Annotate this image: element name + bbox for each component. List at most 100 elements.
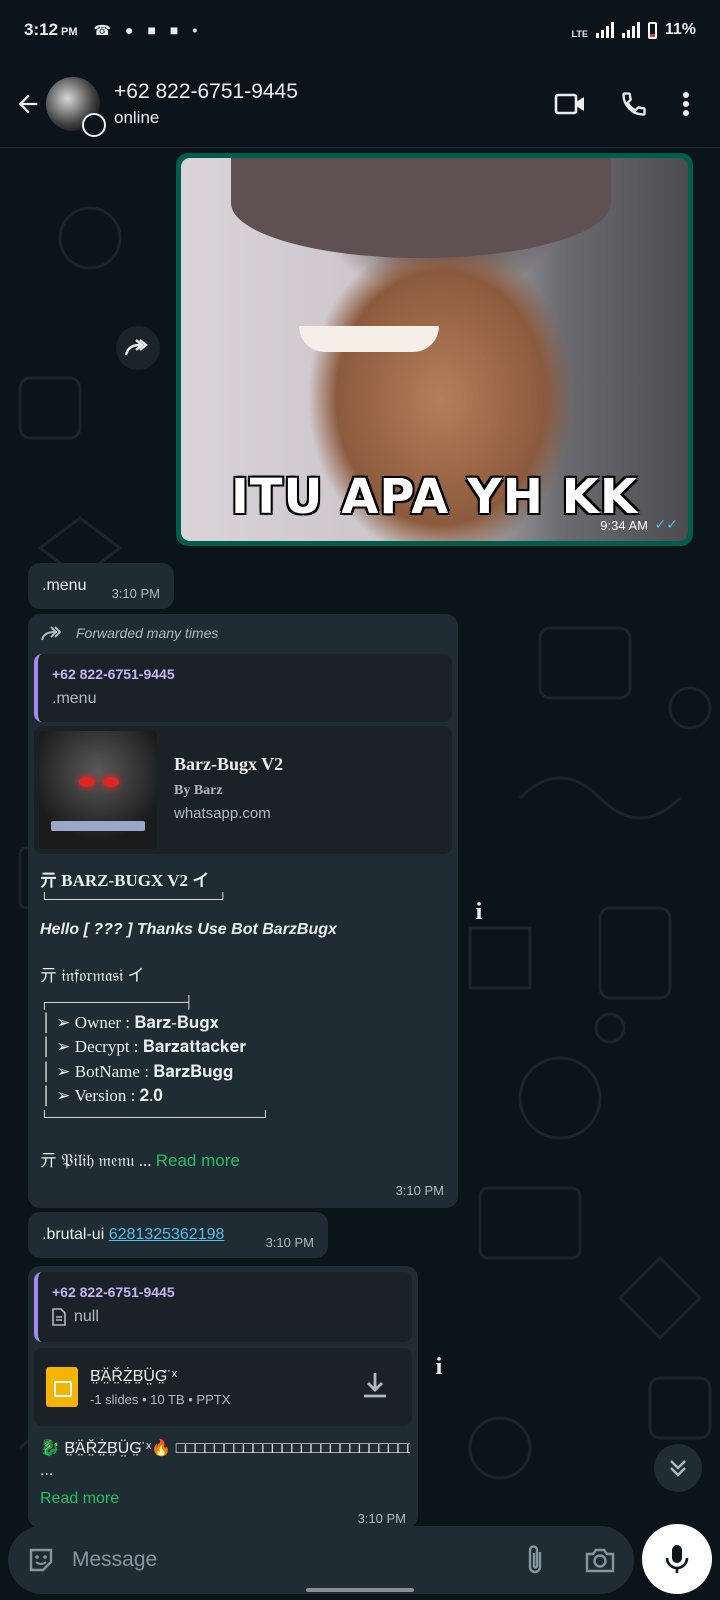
box-line: └─────────────────────────┘ <box>40 1109 270 1124</box>
message-time: 9:34 AM <box>600 518 648 533</box>
link-preview[interactable]: Barz-Bugx V2 By Barz whatsapp.com <box>34 726 452 854</box>
link-info: Barz-Bugx V2 By Barz whatsapp.com <box>162 726 283 854</box>
message-time: 3:10 PM <box>265 1235 314 1250</box>
info-button[interactable]: i <box>464 897 494 927</box>
file-info: B̤̈Ä̤Ř̤Ż̤B̤̈Ṳ̈G̤̈ ˣ -1 slides • 10 T… <box>90 1368 230 1407</box>
download-button[interactable] <box>360 1370 390 1405</box>
voice-message-button[interactable] <box>642 1524 712 1594</box>
info-owner-line: │ ➢ Owner : 𝐁𝐚𝐫𝐳-𝐁𝐮𝐠𝐱 <box>40 1012 219 1032</box>
emoji-sticker-icon[interactable] <box>26 1545 56 1575</box>
info-botname-line: │ ➢ BotName : 𝐁𝐚𝐫𝐳𝐁𝐮𝐠𝐠 <box>40 1061 234 1081</box>
chat-icon: ● <box>124 22 134 38</box>
incoming-message[interactable]: .menu 3:10 PM <box>28 563 174 609</box>
forwarded-text: Forwarded many times <box>76 625 219 641</box>
image-cap-shape <box>231 158 611 258</box>
contact-status: online <box>114 107 160 127</box>
message-input[interactable]: Message <box>72 1548 157 1572</box>
quoted-text: .menu <box>52 690 97 707</box>
scroll-to-bottom-button[interactable] <box>654 1444 702 1492</box>
microphone-icon <box>665 1545 689 1573</box>
battery-percent: 11% <box>664 21 696 38</box>
signal-icon <box>595 22 614 38</box>
status-bar: 3:12 PM ☎ ● ■ ■ • LTE 11% <box>0 0 720 60</box>
bot-reply-message[interactable]: Forwarded many times +62 822-6751-9445 .… <box>28 614 458 1208</box>
home-indicator <box>306 1588 414 1592</box>
file-meta: -1 slides • 10 TB • PPTX <box>90 1391 231 1407</box>
box-line: └────────────────────┘ <box>40 891 228 906</box>
doc-text-ellipsis: ... <box>40 1462 54 1479</box>
message-composer: Message <box>8 1526 634 1594</box>
thumbnail-eye-shape <box>79 777 95 787</box>
message-text: .menu <box>42 577 87 594</box>
quoted-sender: +62 822-6751-9445 <box>52 1284 175 1300</box>
document-message[interactable]: +62 822-6751-9445 null B̤̈Ä̤Ř̤Ż̤B̤̈Ṳ… <box>28 1266 418 1528</box>
status-ring-icon <box>82 112 106 137</box>
menu-choose-line: 亓 𝔓𝔦𝔩𝔦𝔥 𝔪𝔢𝔫𝔲 ... <box>40 1150 152 1170</box>
info-button[interactable]: i <box>424 1352 454 1382</box>
command-text: .brutal-ui <box>42 1226 105 1243</box>
info-title-line: 亓 𝔦𝔫𝔣𝔬𝔯𝔪𝔞𝔰𝔦 イ <box>40 966 145 985</box>
quoted-sender: +62 822-6751-9445 <box>52 666 175 682</box>
incoming-message[interactable]: .brutal-ui 6281325362198 3:10 PM <box>28 1212 328 1258</box>
message-time: 3:10 PM <box>111 586 160 601</box>
phone-link[interactable]: 6281325362198 <box>109 1226 225 1243</box>
more-options-icon[interactable] <box>682 91 690 117</box>
status-time: 3:12 PM <box>24 20 78 39</box>
signal-icon <box>621 22 640 38</box>
pptx-file-icon <box>46 1367 78 1407</box>
forward-button[interactable] <box>116 326 160 370</box>
image-caption: ITU APA YH KK <box>230 469 639 525</box>
back-button[interactable] <box>6 82 50 126</box>
forwarded-icon <box>41 626 62 641</box>
meme-image[interactable]: ITU APA YH KK 9:34 AM ✓✓ <box>181 158 688 541</box>
camera-icon[interactable] <box>584 1546 616 1574</box>
contact-info[interactable]: +62 822-6751-9445 online <box>114 80 298 128</box>
document-icon <box>52 1308 66 1326</box>
network-type: LTE <box>571 29 588 39</box>
link-title: Barz-Bugx V2 <box>174 754 284 774</box>
attach-icon[interactable] <box>524 1544 546 1576</box>
message-body: 🐉 B̤̈Ä̤Ř̤Ż̤B̤̈Ṳ̈G̤̈ ˣ🔥 □□□□□□□□□□□□□… <box>40 1438 410 1510</box>
doc-text-line: 🐉 B̤̈Ä̤Ř̤Ż̤B̤̈Ṳ̈G̤̈ ˣ🔥 □□□□□□□□□□□□□… <box>40 1440 410 1457</box>
header-actions <box>554 90 690 118</box>
file-name: B̤̈Ä̤Ř̤Ż̤B̤̈Ṳ̈G̤̈ ˣ <box>90 1367 178 1385</box>
dot-icon: • <box>192 22 198 38</box>
read-more-link[interactable]: Read more <box>40 1488 410 1510</box>
quoted-message[interactable]: +62 822-6751-9445 null <box>34 1272 412 1342</box>
double-chevron-down-icon <box>670 1460 686 1477</box>
quoted-message[interactable]: +62 822-6751-9445 .menu <box>34 654 452 722</box>
info-icon: i <box>475 898 483 925</box>
message-text: .brutal-ui 6281325362198 <box>42 1226 224 1244</box>
quoted-text: null <box>52 1308 398 1326</box>
thumbnail-logo-shape <box>51 821 145 831</box>
battery-icon <box>647 21 657 39</box>
notification-icons: ☎ ● ■ ■ • <box>94 22 198 39</box>
status-right: LTE 11% <box>572 21 696 39</box>
download-icon <box>364 1372 386 1397</box>
avatar[interactable] <box>46 76 106 137</box>
arrow-left-icon <box>18 94 38 113</box>
quoted-text-value: null <box>74 1308 99 1325</box>
thumbnail-eye-shape <box>103 777 119 787</box>
read-more-link[interactable]: Read more <box>156 1151 240 1170</box>
discord-icon: ■ <box>169 22 179 38</box>
contact-name: +62 822-6751-9445 <box>114 79 298 103</box>
link-thumbnail <box>39 731 157 849</box>
info-decrypt-line: │ ➢ Decrypt : 𝐁𝐚𝐫𝐳𝐚𝐭𝐭𝐚𝐜𝐤𝐞𝐫 <box>40 1037 247 1056</box>
video-call-icon[interactable] <box>554 92 586 116</box>
whatsapp-icon: ☎ <box>93 21 111 38</box>
menu-title-line: 亓 BARZ-BUGX V2 イ <box>40 871 210 890</box>
image-message[interactable]: ITU APA YH KK 9:34 AM ✓✓ <box>176 153 693 546</box>
link-description: By Barz <box>174 783 223 798</box>
composer-actions <box>524 1544 616 1576</box>
message-time: 3:10 PM <box>395 1183 444 1198</box>
message-body: 亓 BARZ-BUGX V2 イ └────────────────────┘ He… <box>40 869 450 1173</box>
chat-header: +62 822-6751-9445 online <box>0 60 720 148</box>
forwarded-label: Forwarded many times <box>40 624 218 642</box>
info-version-line: │ ➢ Version : 𝟐.𝟎 <box>40 1086 163 1105</box>
greeting-line: Hello [ ??? ] Thanks Use Bot BarzBugx <box>40 920 337 938</box>
info-icon: i <box>435 1353 443 1380</box>
file-attachment[interactable]: B̤̈Ä̤Ř̤Ż̤B̤̈Ṳ̈G̤̈ ˣ -1 slides • 10 T… <box>34 1348 412 1426</box>
read-receipt-icon: ✓✓ <box>654 516 678 532</box>
phone-icon[interactable] <box>620 90 648 118</box>
